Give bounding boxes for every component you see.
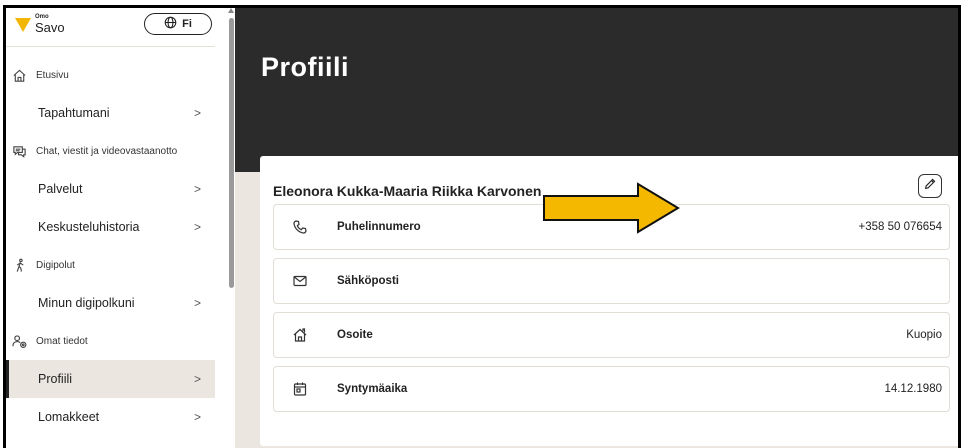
chevron-right-icon: > <box>193 296 201 310</box>
pencil-icon <box>923 177 937 196</box>
field-value: Kuopio <box>906 329 942 341</box>
logo-big-text: Savo <box>35 20 65 35</box>
sidebar-item-label: Lomakkeet <box>38 410 100 424</box>
calendar-icon <box>291 380 309 398</box>
edit-button[interactable] <box>918 174 942 198</box>
sidebar-scrollbar[interactable] <box>228 8 235 448</box>
chevron-right-icon: > <box>193 372 201 386</box>
language-label: Fi <box>182 18 192 30</box>
sidebar-nav: Etusivu Tapahtumani > Chat, viestit ja v… <box>6 56 215 436</box>
sidebar-item-lomakkeet[interactable]: Lomakkeet > <box>6 398 215 436</box>
sidebar-item-label: Profiili <box>38 372 73 386</box>
sidebar-item-tapahtumani[interactable]: Tapahtumani > <box>6 94 215 132</box>
sidebar-header: Omo Savo Fi <box>6 8 215 47</box>
sidebar-section-label: Omat tiedot <box>36 335 88 347</box>
scroll-up-arrow-icon[interactable] <box>228 8 234 13</box>
home-icon <box>8 68 30 83</box>
logo-mark-icon <box>15 18 31 32</box>
sidebar: Omo Savo Fi Etusivu Tapahtumani > Chat, … <box>6 8 228 448</box>
field-row-email: Sähköposti <box>273 258 950 304</box>
phone-icon <box>291 218 309 236</box>
chevron-right-icon: > <box>193 106 201 120</box>
profile-name: Eleonora Kukka-Maaria Riikka Karvonen <box>273 183 542 199</box>
field-row-address: Osoite Kuopio <box>273 312 950 358</box>
chevron-right-icon: > <box>193 220 201 234</box>
chevron-right-icon: > <box>193 182 201 196</box>
field-row-birthdate: Syntymäaika 14.12.1980 <box>273 366 950 412</box>
user-settings-icon <box>8 334 30 349</box>
sidebar-item-keskusteluhistoria[interactable]: Keskusteluhistoria > <box>6 208 215 246</box>
globe-icon <box>164 16 177 32</box>
mail-icon <box>291 272 309 290</box>
sidebar-section-label: Digipolut <box>36 259 75 271</box>
chevron-right-icon: > <box>193 410 201 424</box>
sidebar-item-label: Keskusteluhistoria <box>38 220 140 234</box>
field-label: Puhelinnumero <box>337 221 421 233</box>
sidebar-item-label: Minun digipolkuni <box>38 296 135 310</box>
language-button[interactable]: Fi <box>144 13 212 35</box>
walking-person-icon <box>8 258 30 273</box>
house-icon <box>291 326 309 344</box>
sidebar-section-label: Etusivu <box>36 69 69 81</box>
chat-icon <box>8 144 30 159</box>
sidebar-item-minun-digipolkuni[interactable]: Minun digipolkuni > <box>6 284 215 322</box>
field-value: +358 50 076654 <box>858 221 942 233</box>
sidebar-item-label: Tapahtumani <box>38 106 110 120</box>
sidebar-section-omat-tiedot[interactable]: Omat tiedot <box>6 322 215 360</box>
sidebar-item-label: Palvelut <box>38 182 83 196</box>
app-window: Omo Savo Fi Etusivu Tapahtumani > Chat, … <box>3 5 961 448</box>
sidebar-section-label: Chat, viestit ja videovastaanotto <box>36 145 178 157</box>
page-title: Profiili <box>261 52 350 82</box>
sidebar-section-digipolut[interactable]: Digipolut <box>6 246 215 284</box>
field-label: Osoite <box>337 329 373 341</box>
highlight-arrow-icon <box>543 182 680 234</box>
sidebar-item-palvelut[interactable]: Palvelut > <box>6 170 215 208</box>
field-label: Syntymäaika <box>337 383 408 395</box>
sidebar-item-etusivu[interactable]: Etusivu <box>6 56 215 94</box>
sidebar-section-chat[interactable]: Chat, viestit ja videovastaanotto <box>6 132 215 170</box>
scrollbar-thumb[interactable] <box>229 18 234 288</box>
field-label: Sähköposti <box>337 275 399 287</box>
page-header: Profiili <box>235 8 958 172</box>
field-value: 14.12.1980 <box>884 383 942 395</box>
sidebar-item-profiili[interactable]: Profiili > <box>6 360 215 398</box>
